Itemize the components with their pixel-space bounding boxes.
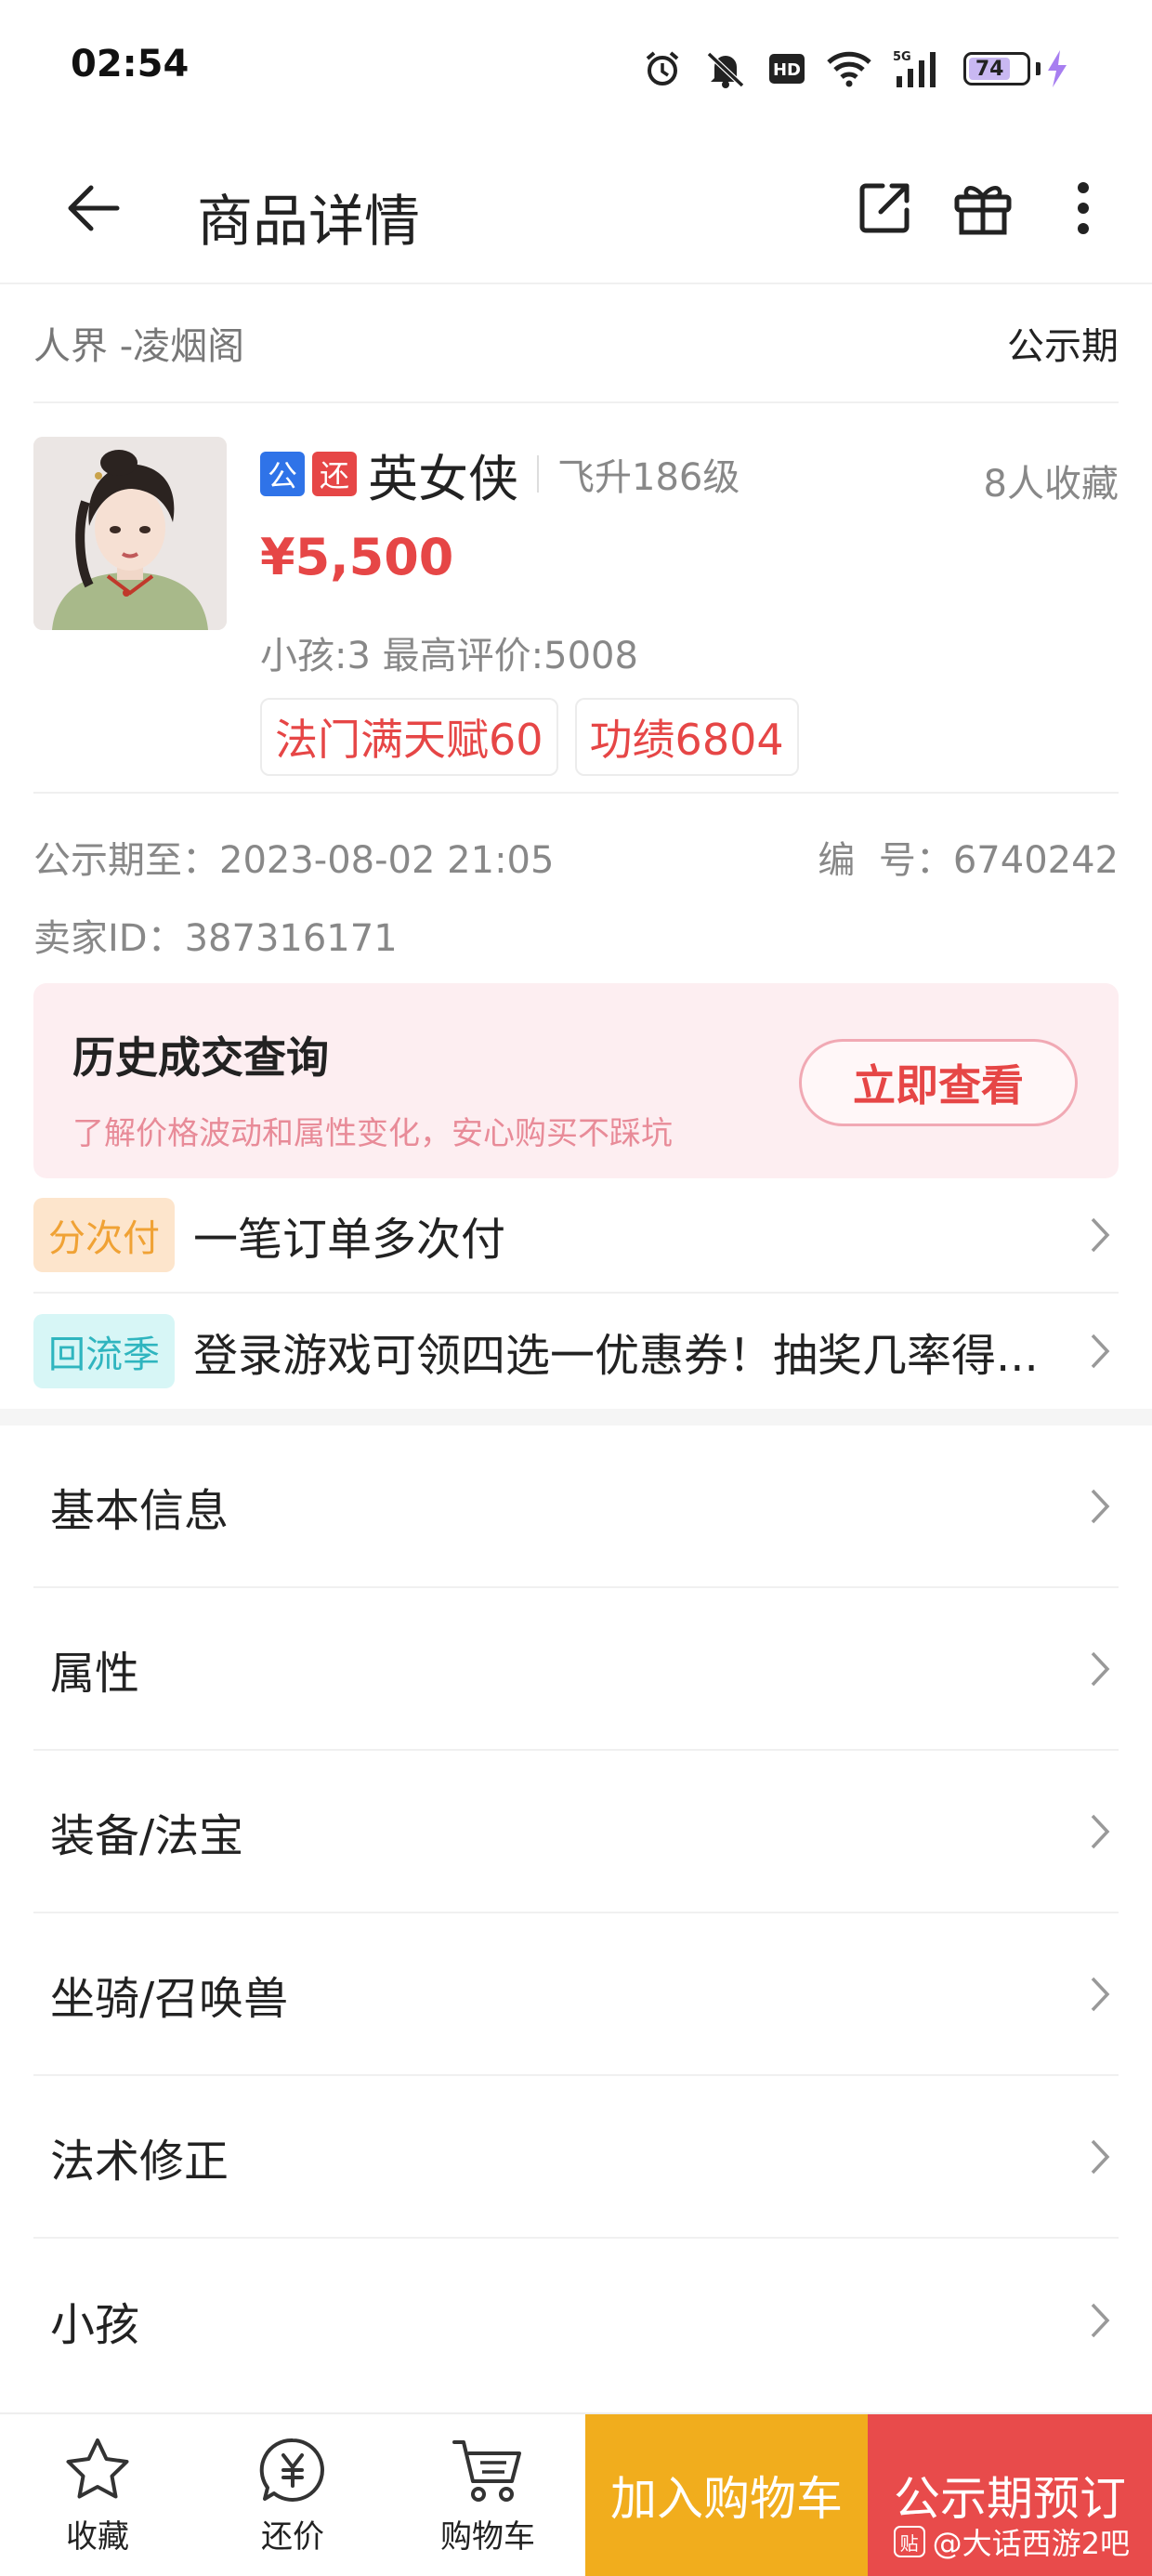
menu-label: 法术修正 [50,2135,229,2188]
arrow-left-icon [68,185,120,231]
view-history-button[interactable]: 立即查看 [799,1039,1078,1126]
gift-icon [954,186,1012,235]
gift-button[interactable] [938,164,1028,253]
listing-number: 编 号：6740242 [818,839,1119,882]
return-season-text: 登录游戏可领四选一优惠券！抽奖几率得... [193,1330,1039,1382]
chevron-right-icon [1081,2129,1119,2185]
mute-bell-icon [703,48,748,89]
character-level: 飞升186级 [557,456,740,499]
price: ¥5,500 [260,528,454,586]
menu-item-spell-correction[interactable]: 法术修正 [33,2076,1119,2239]
wifi-icon [826,50,872,87]
history-title: 历史成交查询 [72,1032,329,1083]
character-avatar[interactable] [33,437,227,630]
product-card: 公 还 英女侠 飞升186级 8人收藏 ¥5,500 小孩:3 最高评价:500… [33,403,1119,794]
detail-menu: 基本信息 属性 装备/法宝 坐骑/召唤兽 法术修正 小孩 [33,1426,1119,2401]
badge-talent: 法门满天赋60 [260,698,558,776]
page-title: 商品详情 [197,190,420,255]
battery-indicator: 74 [963,50,1068,87]
badge-merit: 功绩6804 [574,698,799,776]
title-divider [537,455,539,493]
cart-button[interactable]: 购物车 [390,2414,585,2576]
more-vertical-icon [1078,182,1089,234]
bargain-tag: 还 [312,452,357,496]
chevron-right-icon [1081,1804,1119,1860]
chevron-right-icon [1081,1323,1119,1379]
watermark: 贴 @大话西游2吧 [893,2520,1130,2563]
hd-icon: HD [768,53,805,85]
favorite-label: 收藏 [66,2517,129,2556]
return-season-tag: 回流季 [33,1314,175,1388]
menu-item-basic-info[interactable]: 基本信息 [33,1426,1119,1588]
cart-label: 购物车 [440,2517,535,2556]
public-tag: 公 [260,452,305,496]
menu-label: 小孩 [50,2298,140,2351]
status-bar: 02:54 HD 5G 74 [0,0,1152,139]
menu-item-attributes[interactable]: 属性 [33,1588,1119,1751]
svg-text:HD: HD [773,60,801,80]
character-name: 英女侠 [368,449,518,508]
preorder-label: 公示期预订 [894,2472,1126,2526]
back-button[interactable] [48,164,137,253]
menu-label: 基本信息 [50,1484,229,1537]
history-query-card: 历史成交查询 了解价格波动和属性变化，安心购买不踩坑 立即查看 [33,983,1119,1178]
signal-icon: 5G [893,48,943,89]
installment-tag: 分次付 [33,1198,175,1272]
menu-item-children[interactable]: 小孩 [33,2239,1119,2401]
bargain-button[interactable]: 还价 [195,2414,390,2576]
battery-level: 74 [969,58,1011,81]
menu-item-mounts-pets[interactable]: 坐骑/召唤兽 [33,1913,1119,2076]
cart-icon [452,2439,521,2502]
share-button[interactable] [840,164,929,253]
installment-promo-row[interactable]: 分次付 一笔订单多次付 [33,1178,1119,1294]
chevron-right-icon [1081,1207,1119,1263]
product-summary: 小孩:3 最高评价:5008 [260,635,638,677]
favorite-button[interactable]: 收藏 [0,2414,195,2576]
seller-id: 卖家ID：387316171 [33,917,398,960]
product-info: 公 还 英女侠 飞升186级 8人收藏 ¥5,500 小孩:3 最高评价:500… [260,437,1119,776]
listing-info: 公示期至：2023-08-02 21:05 编 号：6740242 卖家ID：3… [33,818,1119,974]
chevron-right-icon [1081,1479,1119,1534]
installment-text: 一笔订单多次付 [193,1214,506,1266]
section-gap [0,1409,1152,1426]
menu-label: 属性 [50,1647,140,1700]
server-name: 人界 -凌烟阁 [33,325,245,368]
svg-text:5G: 5G [893,50,911,64]
star-icon [66,2438,129,2498]
status-time: 02:54 [71,43,190,85]
public-deadline: 公示期至：2023-08-02 21:05 [33,839,555,882]
add-to-cart-button[interactable]: 加入购物车 [585,2414,868,2576]
highlight-badges: 法门满天赋60 功绩6804 [260,698,1119,776]
tieba-logo-icon: 贴 [893,2526,925,2557]
alarm-icon [642,48,683,89]
app-header: 商品详情 [0,139,1152,284]
return-season-promo-row[interactable]: 回流季 登录游戏可领四选一优惠券！抽奖几率得... [33,1294,1119,1409]
bottom-action-bar: 收藏 还价 购物车 加入购物车 公示期预订 贴 @大话西游2吧 [0,2412,1152,2576]
watermark-text: @大话西游2吧 [932,2526,1130,2561]
menu-label: 坐骑/召唤兽 [50,1972,289,2025]
status-icons: HD 5G 74 [642,41,1068,97]
phase-status: 公示期 [1007,325,1119,368]
charging-icon [1048,50,1067,87]
chevron-right-icon [1081,1966,1119,2022]
chevron-right-icon [1081,1641,1119,1697]
more-button[interactable] [1039,164,1128,253]
server-row: 人界 -凌烟阁 公示期 [33,284,1119,403]
yuan-bubble-icon [259,2438,324,2502]
bargain-label: 还价 [261,2517,324,2556]
preorder-button[interactable]: 公示期预订 贴 @大话西游2吧 [868,2414,1152,2576]
history-subtitle: 了解价格波动和属性变化，安心购买不踩坑 [72,1115,673,1152]
menu-label: 装备/法宝 [50,1809,244,1862]
menu-item-equipment[interactable]: 装备/法宝 [33,1751,1119,1913]
chevron-right-icon [1081,2293,1119,2348]
share-icon [859,183,910,233]
favorite-count: 8人收藏 [983,463,1119,506]
